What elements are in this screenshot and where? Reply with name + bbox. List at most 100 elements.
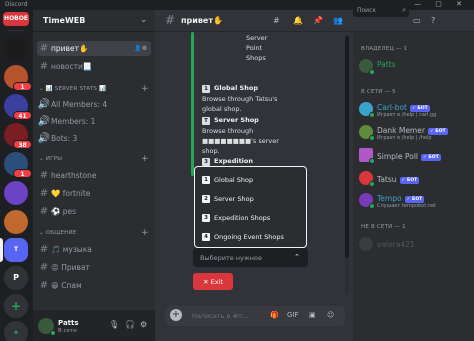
gif-icon[interactable]: GIF bbox=[287, 311, 299, 319]
search-icon: ⌕ bbox=[402, 6, 406, 14]
add-channel-icon[interactable]: + bbox=[141, 228, 149, 238]
member-name: valera421 bbox=[377, 240, 415, 249]
shop-options-list: 1 Global Shop 2 Server Shop 3 Expedition… bbox=[194, 166, 307, 248]
channel-item-fortnite[interactable]: # 💛 fortnite bbox=[37, 186, 151, 201]
pin-icon[interactable]: 📌 bbox=[313, 16, 323, 25]
channel-item-privet[interactable]: # привет✋ 👤⚙ bbox=[37, 41, 151, 56]
bell-icon[interactable]: 🔔 bbox=[293, 16, 303, 25]
member-item-bot[interactable]: Tatsu ✓ БОТ bbox=[359, 168, 469, 190]
category-label: ОБЩЕНИЕ bbox=[45, 230, 77, 236]
channel-label: hearthstone bbox=[51, 171, 97, 180]
server-icon[interactable]: T bbox=[4, 238, 28, 262]
hash-icon: # bbox=[39, 61, 49, 72]
emoji-icon[interactable]: ☺ bbox=[327, 311, 334, 319]
channel-item-pes[interactable]: # ⚽ pes bbox=[37, 204, 151, 219]
help-icon[interactable]: ? bbox=[431, 16, 435, 25]
channel-label: 💛 fortnite bbox=[51, 189, 91, 198]
threads-icon[interactable]: # bbox=[273, 16, 280, 25]
headphones-icon[interactable]: 🎧 bbox=[125, 320, 135, 329]
server-icon[interactable]: + bbox=[4, 294, 28, 318]
server-icon[interactable] bbox=[4, 181, 28, 205]
embed-item-title: T Server Shop bbox=[202, 116, 259, 125]
members-icon[interactable]: 👥 bbox=[333, 16, 343, 25]
gear-icon[interactable]: ⚙ bbox=[140, 320, 147, 329]
search-input[interactable]: Поиск ⌕ bbox=[353, 5, 409, 17]
number-badge: 1 bbox=[202, 85, 210, 93]
option-global-shop[interactable]: 1 Global Shop bbox=[198, 171, 304, 188]
number-badge: 3 bbox=[202, 158, 210, 166]
channel-actions-icon[interactable]: 👤⚙ bbox=[134, 45, 147, 52]
channel-label: привет✋ bbox=[51, 44, 89, 53]
hash-icon: # bbox=[39, 280, 49, 291]
online-status-icon bbox=[369, 181, 375, 187]
exit-button[interactable]: ✕ Exit bbox=[193, 273, 233, 290]
channel-label: ⚽ pes bbox=[51, 207, 77, 216]
member-item-offline[interactable]: valera421 bbox=[359, 234, 469, 256]
category-games[interactable]: ⌄ ИГРЫ + bbox=[39, 154, 149, 164]
channel-item-members[interactable]: 🔊 Members: 1 bbox=[37, 114, 151, 129]
sticker-icon[interactable]: ▣ bbox=[309, 311, 316, 319]
channel-item-bots[interactable]: 🔊 Bots: 3 bbox=[37, 131, 151, 146]
channel-item-music[interactable]: # 🎵 музыка bbox=[37, 242, 151, 257]
channel-item-all-members[interactable]: 🔊 All Members: 4 bbox=[37, 97, 151, 112]
shop-select-dropdown[interactable]: Выберите нужное ⌃ bbox=[193, 248, 308, 267]
inbox-icon[interactable]: ▭ bbox=[413, 16, 421, 25]
scrollbar-thumb[interactable] bbox=[345, 36, 349, 258]
member-item-bot[interactable]: Simple Poll ✓ БОТ bbox=[359, 145, 469, 167]
category-label: 📊 SERVER STATS 📊 bbox=[45, 86, 107, 92]
selected-server-indicator bbox=[0, 238, 3, 262]
chevron-up-icon: ⌃ bbox=[294, 253, 300, 261]
channel-header: # привет✋ # 🔔 📌 👥 ▭ ? bbox=[155, 10, 474, 32]
gift-icon[interactable]: 🎁 bbox=[270, 311, 279, 319]
channel-item-spam[interactable]: # 😁 Спам bbox=[37, 278, 151, 293]
microphone-icon[interactable]: 🎙 bbox=[109, 320, 119, 329]
bot-badge: ✓ БОТ bbox=[427, 128, 448, 135]
hash-icon: # bbox=[39, 206, 49, 217]
member-name: Patts bbox=[377, 60, 396, 69]
chat-scrollbar[interactable] bbox=[345, 36, 349, 294]
member-activity: Играет в /help | /help bbox=[377, 135, 432, 141]
channel-item-hearthstone[interactable]: # hearthstone bbox=[37, 168, 151, 183]
number-badge: 2 bbox=[202, 194, 210, 203]
hash-icon: # bbox=[39, 170, 49, 181]
hash-icon: # bbox=[39, 262, 49, 273]
option-server-shop[interactable]: 2 Server Shop bbox=[198, 190, 304, 207]
server-icon[interactable]: P bbox=[4, 266, 28, 290]
category-stats[interactable]: ⌄ 📊 SERVER STATS 📊 + bbox=[39, 84, 149, 94]
search-placeholder: Поиск bbox=[357, 7, 377, 14]
server-icon[interactable]: ⌖ bbox=[4, 321, 28, 341]
category-chat[interactable]: ⌄ ОБЩЕНИЕ + bbox=[39, 228, 149, 238]
member-item-owner[interactable]: Patts bbox=[359, 56, 469, 78]
member-item-bot[interactable]: Carl-bot ✓ БОТ Играет в /help | carl.gg bbox=[359, 99, 469, 121]
add-channel-icon[interactable]: + bbox=[141, 84, 149, 94]
add-attachment-icon[interactable]: + bbox=[170, 309, 182, 321]
option-label: Global Shop bbox=[214, 175, 254, 184]
channel-label: 😡 Приват bbox=[51, 263, 90, 272]
channel-title: привет✋ bbox=[181, 16, 223, 25]
server-icon[interactable] bbox=[4, 210, 28, 234]
message-composer[interactable]: + Написать в #п... 🎁 GIF ▣ ☺ bbox=[165, 306, 345, 326]
embed-item-title: 3 Expedition bbox=[202, 157, 253, 166]
channel-item-private[interactable]: # 😡 Приват bbox=[37, 260, 151, 275]
server-icon[interactable]: НОВОЕ bbox=[3, 12, 29, 26]
server-name: TimeWEB bbox=[43, 16, 86, 25]
embed-header-lines: Server Point Shops bbox=[246, 33, 267, 63]
server-icon[interactable] bbox=[4, 37, 28, 61]
member-list: ВЛАДЕЛЕЦ — 1 Patts В СЕТИ — 5 Carl-bot ✓ … bbox=[353, 32, 474, 341]
add-channel-icon[interactable]: + bbox=[141, 154, 149, 164]
server-header[interactable]: TimeWEB ⌄ bbox=[33, 10, 155, 32]
embed-line: Shops bbox=[246, 54, 266, 62]
bot-badge: ✓ БОТ bbox=[404, 196, 425, 203]
channel-item-news[interactable]: # новости📃 bbox=[37, 59, 151, 74]
member-item-bot[interactable]: Tempo ✓ БОТ Слушает tempobot.net bbox=[359, 190, 469, 212]
window-title: Discord bbox=[5, 1, 28, 8]
option-event-shops[interactable]: 4 Ongoing Event Shops bbox=[198, 228, 304, 245]
bot-badge: ✓ БОТ bbox=[410, 105, 430, 112]
option-label: Server Shop bbox=[214, 194, 254, 203]
server-separator bbox=[9, 30, 23, 31]
member-item-bot[interactable]: Dank Memer ✓ БОТ Играет в /help | /help bbox=[359, 122, 469, 144]
window-controls[interactable]: — ▢ ✕ bbox=[414, 0, 468, 8]
user-name: Patts bbox=[58, 319, 79, 327]
option-expedition-shops[interactable]: 3 Expedition Shops bbox=[198, 209, 304, 226]
member-name: Tatsu ✓ БОТ bbox=[377, 175, 420, 184]
